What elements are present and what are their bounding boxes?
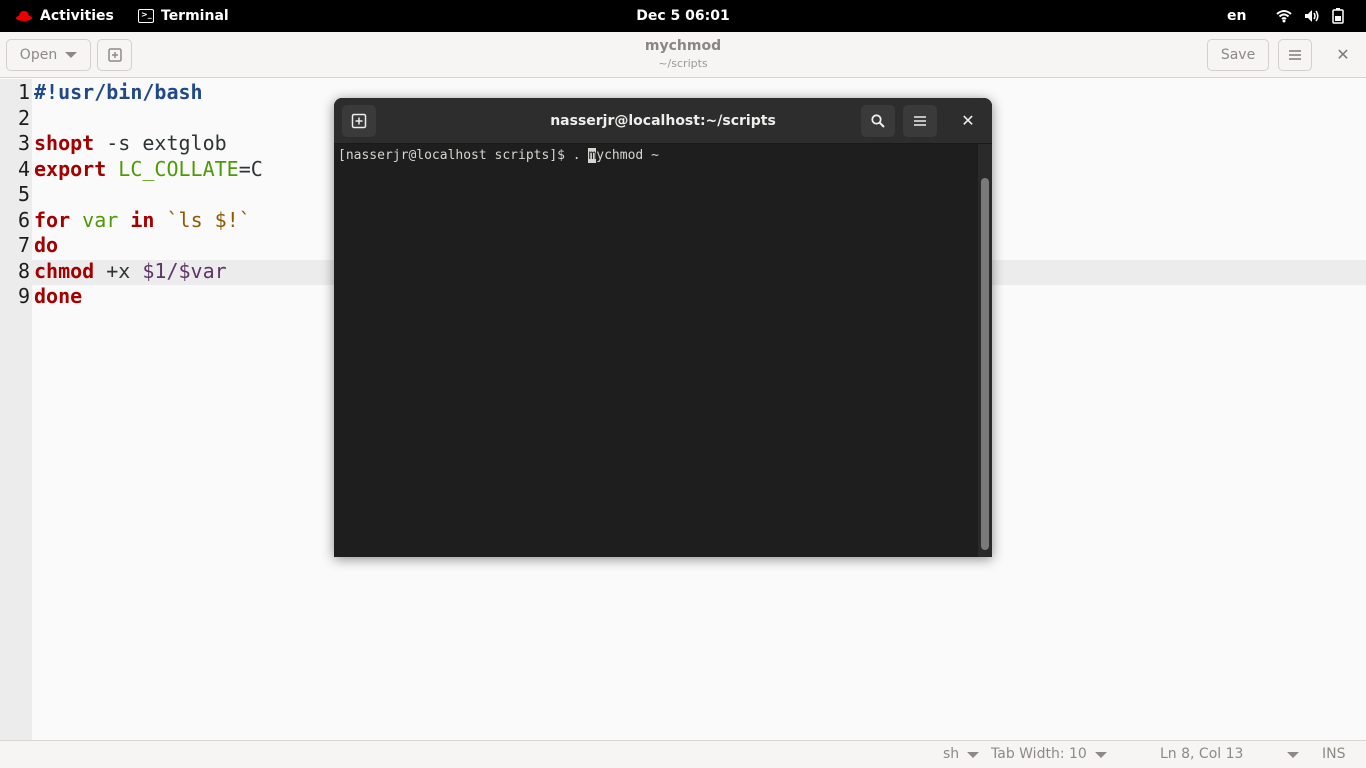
code-text: +x: [94, 258, 143, 283]
cursor-position[interactable]: Ln 8, Col 13: [1160, 741, 1243, 768]
editor-headerbar: Open mychmod ~/scripts Save ✕: [0, 32, 1366, 78]
top-bar: Activities >_ Terminal Dec 5 06:01 en: [0, 0, 1366, 32]
position-menu-button[interactable]: [1279, 741, 1299, 768]
line-number: 2: [17, 105, 30, 130]
chevron-down-icon: [1287, 751, 1299, 758]
command-text: ychmod ~: [596, 148, 659, 163]
language-label: sh: [943, 746, 960, 762]
app-menu-label: Terminal: [161, 8, 229, 24]
close-icon[interactable]: ✕: [954, 105, 982, 137]
line-number: 6: [17, 207, 30, 232]
line-number: 5: [17, 182, 30, 206]
search-icon: [871, 114, 885, 128]
code-text: -s extglob: [94, 131, 227, 155]
terminal-icon: >_: [138, 9, 154, 23]
keyword: in: [130, 207, 155, 232]
line-number: 9: [17, 284, 30, 308]
keyword: for: [34, 207, 71, 232]
tab-width-label: Tab Width: 10: [991, 746, 1087, 762]
code-line-7: do: [34, 232, 58, 258]
input-language[interactable]: en: [1227, 0, 1246, 32]
code-text: =C: [238, 156, 263, 181]
line-number: 8: [17, 258, 30, 283]
menu-button[interactable]: [1278, 39, 1312, 71]
shell-prompt: [nasserjr@localhost scripts]$ .: [338, 148, 589, 163]
chevron-down-icon: [967, 751, 980, 758]
keyword: export: [34, 156, 107, 181]
terminal-menu-button[interactable]: [903, 105, 937, 137]
hamburger-icon: [1289, 50, 1301, 60]
line-number: 7: [17, 233, 30, 257]
battery-icon: [1332, 8, 1344, 24]
activities-button[interactable]: Activities: [16, 0, 114, 32]
shebang: #!usr/bin/bash: [34, 80, 203, 104]
code-line-9: done: [34, 283, 82, 309]
clock[interactable]: Dec 5 06:01: [636, 8, 729, 24]
command-line: [nasserjr@localhost scripts]$ . mychmod …: [338, 148, 659, 164]
save-label: Save: [1220, 47, 1256, 63]
terminal-output[interactable]: [nasserjr@localhost scripts]$ . mychmod …: [334, 144, 978, 557]
keyword: done: [34, 284, 83, 308]
keyword: chmod: [34, 258, 95, 283]
new-tab-button[interactable]: [342, 105, 376, 137]
app-menu[interactable]: >_ Terminal: [138, 0, 229, 32]
system-tray[interactable]: [1276, 0, 1344, 32]
insert-mode-indicator: INS: [1322, 746, 1346, 762]
keyword: shopt: [34, 131, 95, 155]
code-line-1: #!usr/bin/bash: [34, 79, 203, 105]
chevron-down-icon: [1094, 751, 1107, 758]
redhat-icon: [16, 11, 32, 21]
hamburger-icon: [914, 116, 926, 126]
variable-name: var: [82, 207, 119, 232]
language-selector[interactable]: sh: [943, 741, 980, 768]
new-tab-icon: [351, 113, 367, 129]
variable-name: LC_COLLATE: [118, 156, 239, 181]
status-bar: sh Tab Width: 10 Ln 8, Col 13 INS: [0, 740, 1366, 768]
scrollbar-thumb[interactable]: [981, 178, 989, 550]
terminal-headerbar: nasserjr@localhost:~/scripts ✕: [334, 98, 992, 144]
document-title: mychmod: [644, 38, 722, 54]
line-number: 3: [17, 131, 30, 155]
wifi-icon: [1276, 10, 1292, 23]
save-button[interactable]: Save: [1207, 39, 1269, 71]
code-line-6: for var in `ls $!`: [34, 207, 251, 233]
scrollbar[interactable]: [978, 144, 992, 557]
line-number: 4: [17, 156, 30, 181]
document-path: ~/scripts: [658, 57, 708, 70]
volume-icon: [1305, 10, 1319, 22]
code-line-8: chmod +x $1/$var: [34, 258, 227, 284]
code-line-4: export LC_COLLATE=C: [34, 156, 263, 182]
line-number: 1: [17, 80, 30, 104]
terminal-window[interactable]: nasserjr@localhost:~/scripts ✕ [nasserjr…: [334, 98, 992, 557]
close-icon[interactable]: ✕: [1332, 39, 1354, 71]
search-button[interactable]: [861, 105, 895, 137]
command-substitution: `ls $!`: [166, 207, 251, 232]
code-line-3: shopt -s extglob: [34, 130, 227, 156]
tab-width-selector[interactable]: Tab Width: 10: [991, 741, 1107, 768]
variable-reference: $1/$var: [142, 258, 227, 283]
keyword: do: [34, 233, 59, 257]
activities-label: Activities: [40, 8, 114, 24]
